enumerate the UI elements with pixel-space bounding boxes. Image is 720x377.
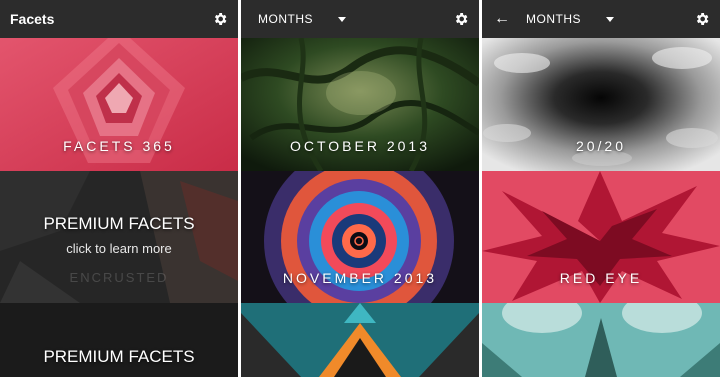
settings-gear-icon[interactable]	[212, 11, 228, 27]
dropdown-arrow-icon	[606, 16, 614, 22]
premium-title: PREMIUM FACETS	[43, 347, 195, 366]
panel-month-detail: ← MONTHS 20/20 RED EYE	[482, 0, 720, 377]
settings-gear-icon[interactable]	[453, 11, 469, 27]
panel-home: Facets FACETS 365 PREMIUM FACETS click t…	[0, 0, 238, 377]
settings-gear-icon[interactable]	[694, 11, 710, 27]
tile-label: RED EYE	[559, 270, 643, 286]
dropdown-arrow-icon	[338, 16, 346, 22]
months-dropdown[interactable]: MONTHS	[508, 12, 614, 26]
tile-red-eye[interactable]: RED EYE	[482, 171, 720, 303]
tile-next-month[interactable]	[241, 303, 479, 377]
back-arrow-icon[interactable]: ←	[482, 10, 510, 28]
tile-october-2013[interactable]: OCTOBER 2013	[241, 38, 479, 171]
app-bar: ← MONTHS	[482, 0, 720, 38]
faded-title: ENCRUSTED	[69, 270, 169, 285]
screens-row: Facets FACETS 365 PREMIUM FACETS click t…	[0, 0, 720, 377]
app-bar: Facets	[0, 0, 238, 38]
premium-title: PREMIUM FACETS	[43, 214, 195, 233]
app-title: Facets	[10, 11, 55, 27]
dropdown-label: MONTHS	[258, 12, 313, 26]
tile-label: FACETS 365	[63, 138, 175, 154]
tile-label: NOVEMBER 2013	[282, 270, 438, 286]
tile-november-2013[interactable]: NOVEMBER 2013	[241, 171, 479, 303]
tile-label: OCTOBER 2013	[289, 138, 430, 154]
tile-label: 20/20	[575, 138, 627, 154]
premium-subtitle: click to learn more	[66, 241, 172, 256]
dropdown-label: MONTHS	[526, 12, 581, 26]
tile-20-20[interactable]: 20/20	[482, 38, 720, 171]
tile-premium-2[interactable]: PREMIUM FACETS	[0, 303, 238, 377]
kaleidoscope-artwork	[241, 303, 479, 377]
tile-premium-encrusted[interactable]: PREMIUM FACETS click to learn more ENCRU…	[0, 171, 238, 303]
teal-arches-artwork	[482, 303, 720, 377]
panel-months: MONTHS OCTOBER 2013 NOVEMBER 2013	[241, 0, 479, 377]
months-dropdown[interactable]: MONTHS	[241, 12, 346, 26]
tile-facets-365[interactable]: FACETS 365	[0, 38, 238, 171]
app-bar: MONTHS	[241, 0, 479, 38]
tile-next-facet[interactable]	[482, 303, 720, 377]
